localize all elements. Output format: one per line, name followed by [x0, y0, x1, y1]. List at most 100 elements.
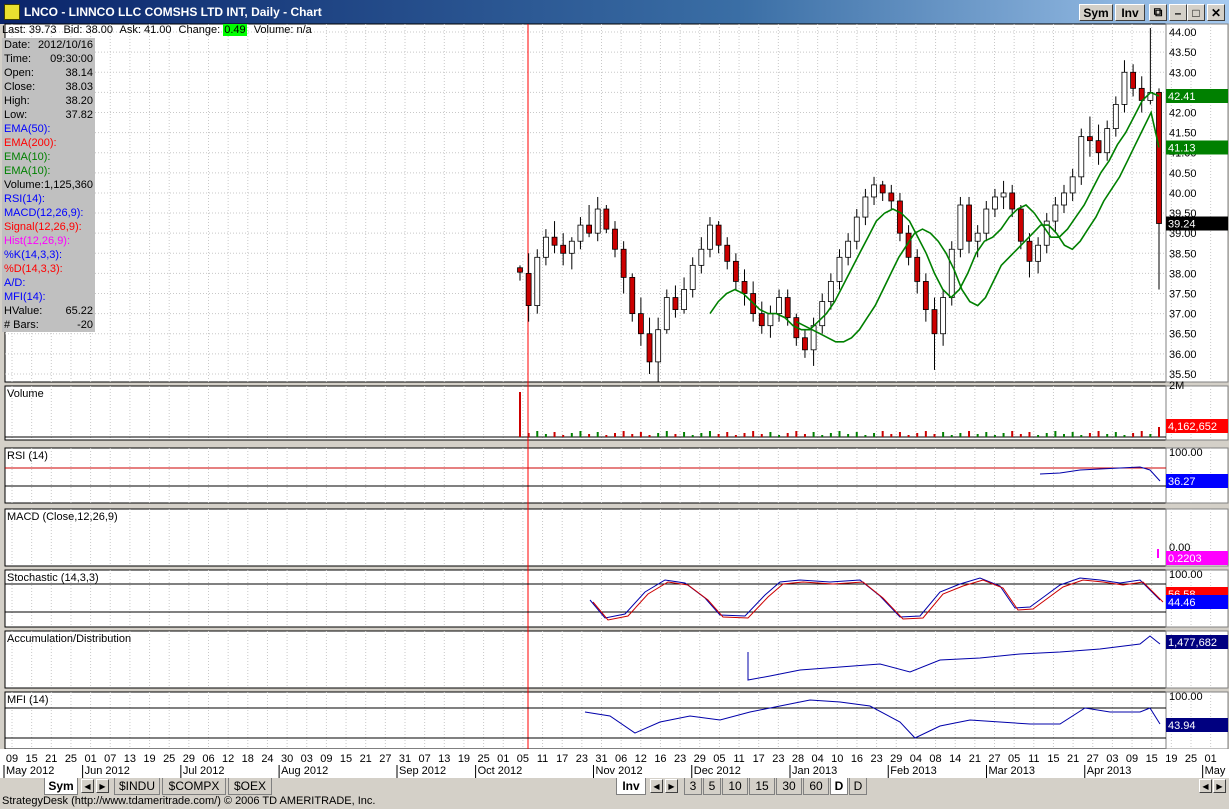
macd-badge: 0.2203	[1168, 553, 1202, 565]
date-month-label: Jun 2012	[85, 765, 130, 777]
data-window-row: EMA(10):	[4, 150, 95, 164]
candle-up	[836, 256, 843, 282]
date-day-label: 04	[910, 753, 922, 765]
data-window-label: Open:	[4, 67, 34, 79]
stoch-axis-top: 100.00	[1169, 569, 1203, 581]
tab-interval[interactable]: 30	[776, 778, 802, 795]
quote-ask: Ask: 41.00	[119, 24, 172, 36]
tab-sym[interactable]: Sym	[44, 778, 78, 795]
pane-ad	[4, 630, 1167, 689]
data-window-row: Low: 37.82	[4, 108, 95, 122]
candle-up	[819, 301, 826, 327]
data-window-row: MFI(14):	[4, 290, 95, 304]
tab-interval[interactable]: D	[849, 778, 867, 795]
data-window-label: A/D:	[4, 277, 26, 289]
mfi-axis-top: 100.00	[1169, 691, 1203, 703]
date-month-label: Oct 2012	[478, 765, 523, 777]
quote-change-value: 0.49	[223, 24, 247, 36]
hscroll-left-icon[interactable]: ◀	[1199, 779, 1212, 793]
price-tick-label: 40.50	[1169, 168, 1197, 180]
candle-down	[525, 272, 532, 306]
date-day-label: 27	[988, 753, 1000, 765]
date-day-label: 01	[497, 753, 509, 765]
data-window-row: # Bars: -20	[4, 318, 95, 332]
tab-symbol[interactable]: $OEX	[228, 778, 272, 795]
tab-symbol[interactable]: $INDU	[114, 778, 160, 795]
pane-main	[4, 23, 1167, 383]
candle-down	[724, 244, 731, 262]
date-day-label: 16	[851, 753, 863, 765]
tab-symbol[interactable]: $COMPX	[162, 778, 226, 795]
date-month-label: Apr 2013	[1087, 765, 1132, 777]
scroll-left-icon[interactable]: ◀	[81, 779, 94, 793]
rsi-badge: 36.27	[1168, 476, 1196, 488]
date-day-label: 17	[556, 753, 568, 765]
quote-change-label: Change:	[178, 24, 221, 36]
date-day-label: 15	[1146, 753, 1158, 765]
scroll-right-icon[interactable]: ▶	[96, 779, 109, 793]
interval-left-icon[interactable]: ◀	[650, 779, 663, 793]
candle-up	[534, 256, 541, 306]
pane-macd	[4, 508, 1167, 567]
candle-up	[1104, 128, 1111, 154]
candle-up	[707, 224, 713, 250]
data-window-value: 38.14	[65, 67, 93, 79]
data-window-label: MACD(12,26,9):	[4, 207, 84, 219]
candle-down	[1087, 136, 1093, 142]
date-day-label: 21	[969, 753, 981, 765]
date-day-label: 06	[202, 753, 214, 765]
tab-interval[interactable]: D	[830, 778, 848, 795]
tab-interval[interactable]: 5	[703, 778, 721, 795]
candle-down	[551, 236, 558, 246]
quote-volume: Volume: n/a	[253, 24, 312, 36]
tab-interval[interactable]: 3	[684, 778, 702, 795]
data-window-row: Hist(12,26,9):	[4, 234, 95, 248]
date-day-label: 16	[654, 753, 666, 765]
date-day-label: 05	[517, 753, 529, 765]
candle-down	[603, 208, 610, 230]
data-window-row: %D(14,3,3):	[4, 262, 95, 276]
candle-down	[646, 333, 653, 363]
quote-last: Last: 39.73	[2, 24, 57, 36]
date-day-label: 03	[1106, 753, 1118, 765]
data-window-row: Open: 38.14	[4, 66, 95, 80]
candle-down	[758, 313, 765, 327]
price-tick-label: 40.00	[1169, 188, 1197, 200]
candle-up	[698, 248, 705, 266]
date-day-label: 15	[26, 753, 38, 765]
date-day-label: 15	[340, 753, 352, 765]
volume-axis-top: 2M	[1169, 380, 1184, 392]
candle-up	[940, 297, 947, 335]
candle-up	[689, 264, 696, 290]
chart-area[interactable]: 44.0043.5043.0042.5042.0041.5041.0040.50…	[0, 0, 1229, 778]
date-month-label: Aug 2012	[281, 765, 328, 777]
date-day-label: 01	[84, 753, 96, 765]
candle-up	[992, 196, 998, 210]
candle-down	[672, 297, 679, 310]
tab-interval[interactable]: 60	[803, 778, 829, 795]
candle-up	[1121, 71, 1128, 105]
candle-up	[655, 329, 662, 363]
date-day-label: 29	[694, 753, 706, 765]
candle-up	[983, 208, 990, 234]
candle-down	[620, 248, 627, 278]
candle-up	[577, 224, 584, 242]
pane-title-rsi: RSI (14)	[7, 450, 48, 462]
data-window-label: Signal(12,26,9):	[4, 221, 82, 233]
hscroll-right-icon[interactable]: ▶	[1213, 779, 1226, 793]
date-month-label: May 2013	[1205, 765, 1229, 777]
data-window-row: RSI(14):	[4, 192, 95, 206]
interval-right-icon[interactable]: ▶	[665, 779, 678, 793]
candle-up	[845, 240, 852, 258]
tab-interval[interactable]: 10	[722, 778, 748, 795]
data-window-label: Close:	[4, 81, 36, 93]
tab-inv[interactable]: Inv	[616, 778, 646, 795]
price-tick-label: 37.00	[1169, 309, 1197, 321]
date-day-label: 31	[595, 753, 607, 765]
candle-up	[974, 232, 981, 242]
data-window-row: MACD(12,26,9):	[4, 206, 95, 220]
candle-down	[922, 281, 929, 310]
date-day-label: 23	[772, 753, 784, 765]
data-window-label: Time:	[4, 53, 32, 65]
tab-interval[interactable]: 15	[749, 778, 775, 795]
